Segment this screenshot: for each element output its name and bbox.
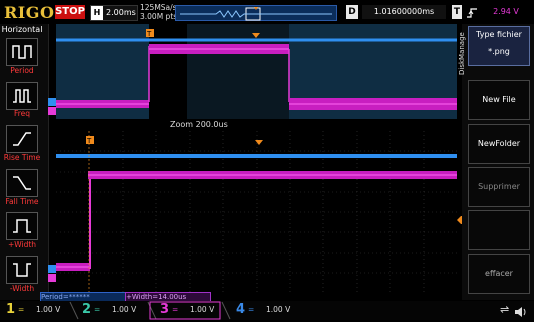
delete-button[interactable]: Supprimer — [468, 167, 530, 207]
timebase-value: 2.00ms — [106, 8, 136, 17]
horizontal-label: H — [91, 6, 103, 20]
clear-button[interactable]: effacer — [468, 254, 530, 294]
new-file-label: New File — [482, 95, 516, 104]
delay-label: D — [346, 5, 358, 19]
new-folder-button[interactable]: NewFolder — [468, 124, 530, 164]
fall-time-button[interactable] — [6, 169, 38, 197]
main-waveform-window[interactable] — [56, 131, 457, 293]
timebase-readout[interactable]: H 2.00ms — [90, 5, 138, 21]
positive-width-button[interactable] — [6, 212, 38, 240]
memory-waveform-preview — [180, 7, 332, 21]
main-ch3-marker — [48, 267, 56, 286]
ch1-scale[interactable]: 1.00 V — [36, 302, 60, 318]
ch3-number[interactable]: 3 — [160, 302, 169, 317]
overview-center-marker — [252, 24, 262, 43]
measure-category-title: Horizontal — [1, 25, 43, 34]
usb-icon: ⇌ — [500, 303, 510, 316]
zoom-label: Zoom 200.0us — [170, 120, 228, 129]
ch2-number[interactable]: 2 — [82, 302, 91, 317]
ch3-scale[interactable]: 1.00 V — [190, 302, 214, 318]
freq-button[interactable] — [6, 82, 38, 110]
ch4-coupling-icon: = — [248, 305, 255, 314]
delay-readout[interactable]: 1.01600000ms — [362, 5, 446, 19]
rising-edge-trigger-icon — [465, 5, 479, 19]
svg-text:T: T — [86, 137, 92, 145]
overview-trigger-marker: T — [146, 26, 156, 45]
ch3-coupling-icon: = — [172, 305, 179, 314]
svg-text:T: T — [146, 30, 152, 38]
period-icon — [12, 45, 32, 59]
negative-width-icon — [13, 263, 31, 277]
trigger-label: T — [452, 5, 462, 19]
speaker-icon — [514, 303, 528, 322]
rise-time-icon — [13, 132, 31, 146]
main-waveform — [56, 131, 457, 293]
negative-width-button[interactable] — [6, 256, 38, 284]
main-center-marker — [255, 131, 265, 150]
clear-label: effacer — [485, 269, 513, 278]
new-folder-label: NewFolder — [477, 139, 521, 148]
freq-icon — [13, 89, 31, 103]
positive-width-icon — [13, 219, 31, 233]
fall-time-icon — [13, 176, 31, 190]
delete-label: Supprimer — [478, 182, 520, 191]
file-type-value: *.png — [488, 47, 510, 56]
period-label: Period — [10, 66, 34, 75]
sample-rate: 125MSa/s — [140, 3, 177, 12]
memory-depth: 3.00M pts — [140, 12, 178, 21]
fall-time-label: Fall Time — [5, 197, 39, 206]
main-trigger-marker: T — [86, 133, 96, 152]
positive-width-label: +Width — [7, 240, 37, 249]
negative-width-label: -Width — [9, 284, 35, 293]
acquisition-info: 125MSa/s 3.00M pts — [140, 3, 177, 21]
ch1-number[interactable]: 1 — [6, 302, 15, 317]
disk-manage-tab[interactable]: DiskManage — [458, 24, 468, 84]
freq-label: Freq — [13, 109, 31, 118]
rise-time-label: Rise Time — [3, 153, 41, 162]
ch4-scale[interactable]: 1.00 V — [266, 302, 290, 318]
ch4-number[interactable]: 4 — [236, 302, 245, 317]
run-stop-indicator[interactable]: STOP — [55, 5, 85, 19]
file-type-title: Type fichier — [476, 30, 522, 39]
memory-position-bar[interactable] — [175, 5, 337, 21]
new-file-button[interactable]: New File — [468, 80, 530, 120]
trigger-level-readout[interactable]: 2.94 V — [482, 5, 530, 19]
file-type-button[interactable]: Type fichier *.png — [468, 26, 530, 66]
ch2-scale[interactable]: 1.00 V — [112, 302, 136, 318]
empty-softkey[interactable] — [468, 210, 530, 250]
ch1-coupling-icon: = — [18, 305, 25, 314]
period-button[interactable] — [6, 38, 38, 66]
overview-ch3-marker — [48, 100, 56, 119]
rise-time-button[interactable] — [6, 125, 38, 153]
ch2-coupling-icon: = — [94, 305, 101, 314]
